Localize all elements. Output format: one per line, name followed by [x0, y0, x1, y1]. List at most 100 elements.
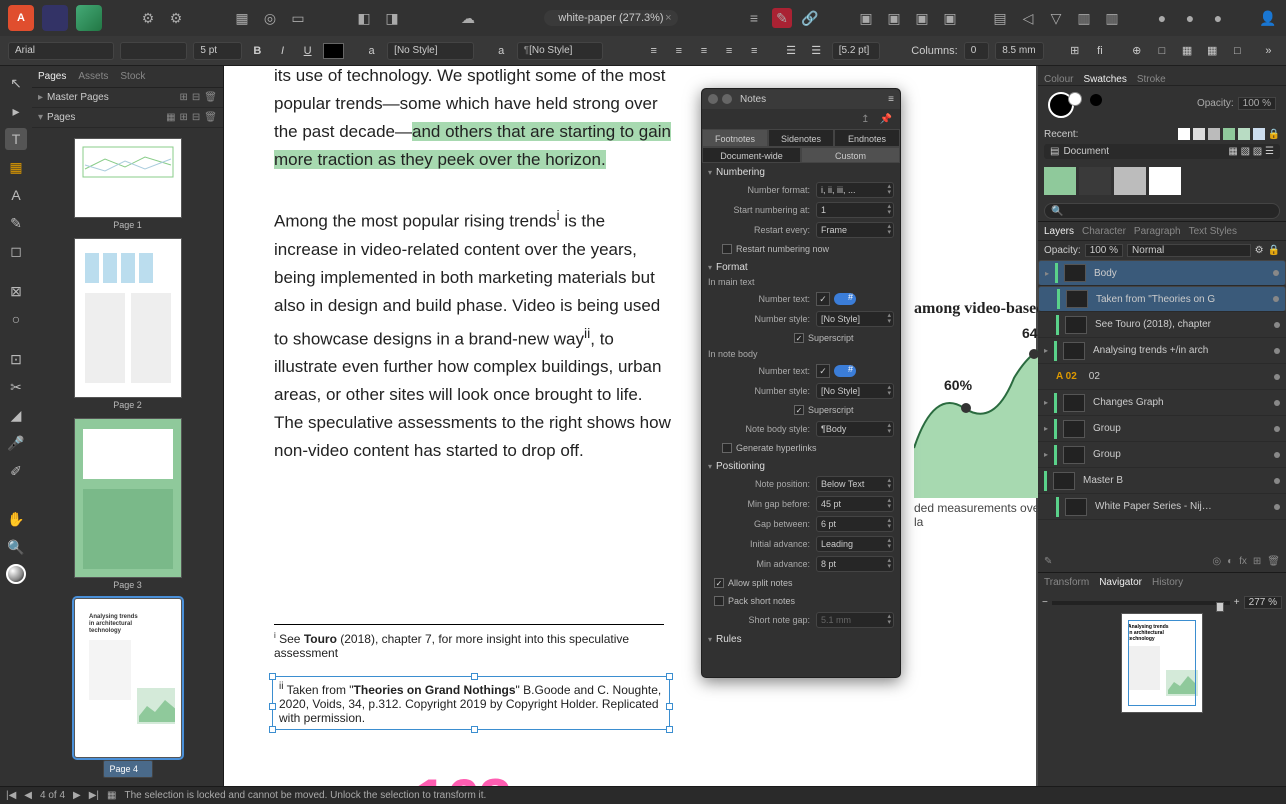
- crop-tool[interactable]: ⊡: [5, 348, 27, 370]
- navigator-preview[interactable]: Analysing trendsin architecturaltechnolo…: [1121, 613, 1203, 713]
- cloud-icon[interactable]: ●: [1152, 8, 1172, 28]
- tab-doc-wide[interactable]: Document-wide: [702, 147, 801, 163]
- align-right-button[interactable]: ≡: [694, 42, 713, 60]
- notes-header[interactable]: Notes ≡: [702, 89, 900, 109]
- section-format[interactable]: Format: [702, 258, 900, 275]
- restart-now-checkbox[interactable]: [722, 244, 732, 254]
- pen-tool[interactable]: ✎: [5, 212, 27, 234]
- swatch-library-select[interactable]: ▤Document▦ ▧ ▨ ☰: [1044, 144, 1280, 159]
- pin-icon[interactable]: 📌: [880, 114, 892, 125]
- tab-colour[interactable]: Colour: [1044, 74, 1073, 85]
- spread-icon[interactable]: ▦: [166, 112, 175, 123]
- align1-icon[interactable]: ▤: [990, 8, 1010, 28]
- nt-main-text[interactable]: [834, 293, 856, 305]
- align-justify2-button[interactable]: ≡: [745, 42, 764, 60]
- add-layer-icon[interactable]: ⊞: [1253, 556, 1261, 567]
- tab-transform[interactable]: Transform: [1044, 577, 1089, 588]
- list-ol-button[interactable]: ☰: [807, 42, 826, 60]
- account-icon[interactable]: 👤: [1258, 8, 1278, 28]
- note-body-style-select[interactable]: ¶ Body▴▾: [816, 421, 894, 437]
- short-note-gap-input[interactable]: 5.1 mm▴▾: [816, 612, 894, 628]
- font-variant-select[interactable]: [120, 42, 188, 60]
- adjust-icon[interactable]: ◐: [1227, 556, 1233, 567]
- layer-row[interactable]: White Paper Series - Nij…: [1038, 494, 1286, 520]
- layer-row[interactable]: Master B: [1038, 468, 1286, 494]
- list-ul-button[interactable]: ☰: [781, 42, 800, 60]
- delete-layer-icon[interactable]: 🗑: [1267, 556, 1280, 567]
- move-tool[interactable]: ↖: [5, 72, 27, 94]
- node-tool[interactable]: ▸: [5, 100, 27, 122]
- shape-tool[interactable]: ◻: [5, 240, 27, 262]
- allow-split-checkbox[interactable]: ✓: [714, 578, 724, 588]
- transparency-tool[interactable]: 🎤: [5, 432, 27, 454]
- flip-h-icon[interactable]: ◁: [1018, 8, 1038, 28]
- recent-swatch[interactable]: [1238, 128, 1250, 140]
- lock-icon[interactable]: 🔒: [1268, 129, 1280, 140]
- fill-stroke-swatch[interactable]: Opacity:100 %: [1044, 92, 1280, 120]
- section-numbering[interactable]: Numbering: [702, 163, 900, 180]
- layer-row[interactable]: ▸Analysing trends +/in arch: [1038, 338, 1286, 364]
- opt3-button[interactable]: ⊕: [1127, 42, 1146, 60]
- panel-menu-icon[interactable]: ≡: [888, 94, 894, 105]
- layer-row[interactable]: ▸Group: [1038, 416, 1286, 442]
- tool4-icon[interactable]: ◧: [354, 8, 374, 28]
- tab-layers[interactable]: Layers: [1044, 226, 1074, 237]
- layer-row[interactable]: ▸Group: [1038, 442, 1286, 468]
- nt-note-text[interactable]: [834, 365, 856, 377]
- opt7-button[interactable]: □: [1228, 42, 1247, 60]
- swatch-search[interactable]: 🔍: [1044, 203, 1280, 219]
- blend-mode[interactable]: Normal: [1127, 244, 1251, 257]
- pack-short-checkbox[interactable]: [714, 596, 724, 606]
- color-picker-tool[interactable]: ✐: [5, 460, 27, 482]
- gear-icon[interactable]: ⚙: [1255, 245, 1264, 256]
- swatch[interactable]: [1149, 167, 1181, 195]
- recent-swatch[interactable]: [1223, 128, 1235, 140]
- footnote-2-selected[interactable]: ii Taken from "Theories on Grand Nothing…: [272, 676, 670, 730]
- preview-icon[interactable]: ☁: [458, 8, 478, 28]
- tab-footnotes[interactable]: Footnotes: [702, 129, 768, 147]
- table-tool[interactable]: ▦: [5, 156, 27, 178]
- tool5-icon[interactable]: ◨: [382, 8, 402, 28]
- section-rules[interactable]: Rules: [702, 630, 900, 647]
- add-master-icon[interactable]: ⊞: [180, 92, 188, 103]
- layer-row[interactable]: Taken from "Theories on G: [1038, 286, 1286, 312]
- number-format-select[interactable]: i, ii, iii, ...▴▾: [816, 182, 894, 198]
- close-icon[interactable]: [708, 94, 718, 104]
- align-justify-button[interactable]: ≡: [719, 42, 738, 60]
- picture-frame-tool[interactable]: ⊠: [5, 280, 27, 302]
- zoom-tool[interactable]: 🔍: [5, 536, 27, 558]
- grp4-icon[interactable]: ▣: [940, 8, 960, 28]
- master-pages-header[interactable]: ▸Master Pages ⊞⊟🗑: [32, 88, 223, 108]
- min-gap-before-input[interactable]: 45 pt▴▾: [816, 496, 894, 512]
- preflight-icon[interactable]: ✎: [772, 8, 792, 28]
- section-positioning[interactable]: Positioning: [702, 457, 900, 474]
- zoom-value[interactable]: 277 %: [1244, 596, 1282, 609]
- grp1-icon[interactable]: ▣: [856, 8, 876, 28]
- start-numbering-input[interactable]: 1▴▾: [816, 202, 894, 218]
- opt6-button[interactable]: ▦: [1203, 42, 1222, 60]
- up-arrow-icon[interactable]: ↥: [861, 114, 869, 125]
- tab-character[interactable]: Character: [1082, 226, 1126, 237]
- page-thumb-1[interactable]: [74, 138, 182, 218]
- ns-note-select[interactable]: [No Style]▴▾: [816, 383, 894, 399]
- lock-icon[interactable]: 🔒: [1268, 245, 1280, 256]
- zoom-in-icon[interactable]: +: [1234, 597, 1240, 608]
- page-thumb-2[interactable]: [74, 238, 182, 398]
- swatch[interactable]: [1079, 167, 1111, 195]
- tab-pages[interactable]: Pages: [38, 71, 66, 82]
- initial-advance-select[interactable]: Leading▴▾: [816, 536, 894, 552]
- recent-swatch[interactable]: [1178, 128, 1190, 140]
- link-icon[interactable]: 🔗: [800, 8, 820, 28]
- document-title[interactable]: white-paper (277.3%)×: [544, 10, 677, 26]
- page-4-label[interactable]: Page 4: [103, 760, 153, 778]
- font-size-select[interactable]: 5 pt: [193, 42, 241, 60]
- tab-history[interactable]: History: [1152, 577, 1183, 588]
- swatch[interactable]: [1044, 167, 1076, 195]
- page-thumb-3[interactable]: [74, 418, 182, 578]
- nt-main-check[interactable]: ✓: [816, 292, 830, 306]
- tool2-icon[interactable]: ◎: [260, 8, 280, 28]
- swatch[interactable]: [1114, 167, 1146, 195]
- tab-navigator[interactable]: Navigator: [1099, 577, 1142, 588]
- dup-page-icon[interactable]: ⊟: [192, 112, 200, 123]
- align3-icon[interactable]: ▥: [1102, 8, 1122, 28]
